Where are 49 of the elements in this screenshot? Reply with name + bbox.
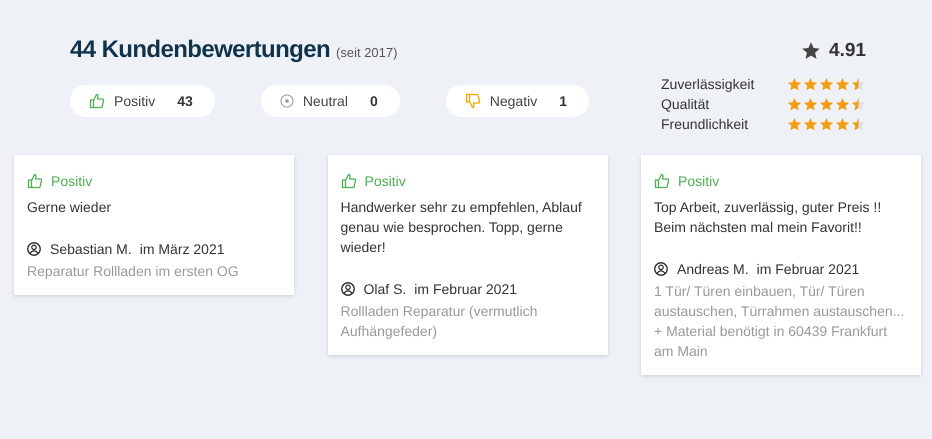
rating-label: Qualität [661,96,710,112]
review-text: Handwerker sehr zu empfehlen, Ablauf genau wie besprochen. Topp, gerne wieder! [340,198,583,257]
filter-pill[interactable]: Positiv 43 [70,85,215,117]
rating-label: Freundlichkeit [661,116,750,132]
review-date: im Februar 2021 [414,280,518,299]
star-icon [819,96,834,112]
user-icon [654,262,668,276]
star-icon [835,96,850,112]
review-text: Top Arbeit, zuverlässig, guter Preis !! Beim nächsten mal mein Favorit!! [654,198,882,237]
star-icon [835,116,850,132]
thumbs-up-icon [89,93,105,109]
rating-label: Zuverlässigkeit [661,76,756,92]
page-title: 44 Kundenbewertungen [70,36,330,64]
sentiment-label: Positiv [51,172,92,191]
filter-pill[interactable]: Negativ 1 [446,85,590,117]
star-icon [819,116,834,132]
star-icon [803,96,818,112]
user-icon [340,282,354,296]
since-note: (seit 2017) [336,45,398,60]
star-icon [787,116,802,132]
thumbs-up-icon [27,173,43,189]
job-description: 1 Tür/ Türen einbauen, Tür/ Türen austauschen, Türrahmen austauschen... + Material benötigt in 60439 Frankfurt am Main [654,282,906,361]
overall-score: 4.91 [829,40,866,62]
star-icon [851,116,866,132]
author-name: Olaf S. [364,280,406,299]
star-icon [803,76,818,92]
thumbs-down-icon [464,93,481,109]
star-icon [819,76,834,92]
user-icon [27,242,41,256]
star-icon [835,76,850,92]
author-name: Sebastian M. [50,240,132,259]
thumbs-up-icon [340,173,356,189]
star-icon [787,76,802,92]
sentiment-label: Positiv [364,172,406,191]
job-description: Reparatur Rollladen im ersten OG [27,262,240,281]
target-icon [280,94,294,108]
star-icon [851,96,866,112]
star-icon [851,76,866,92]
review-text: Gerne wieder [27,198,112,217]
star-icon [803,116,818,132]
star-icon [787,96,802,112]
star-icon [801,41,822,61]
review-date: im Februar 2021 [756,260,860,279]
filter-pill[interactable]: Neutral 0 [260,85,400,117]
job-description: Rollladen Reparatur (vermutlich Aufhängefeder) [340,302,538,341]
review-date: im März 2021 [140,240,225,259]
author-name: Andreas M. [677,260,749,279]
sentiment-label: Positiv [678,172,720,191]
thumbs-up-icon [654,173,670,189]
